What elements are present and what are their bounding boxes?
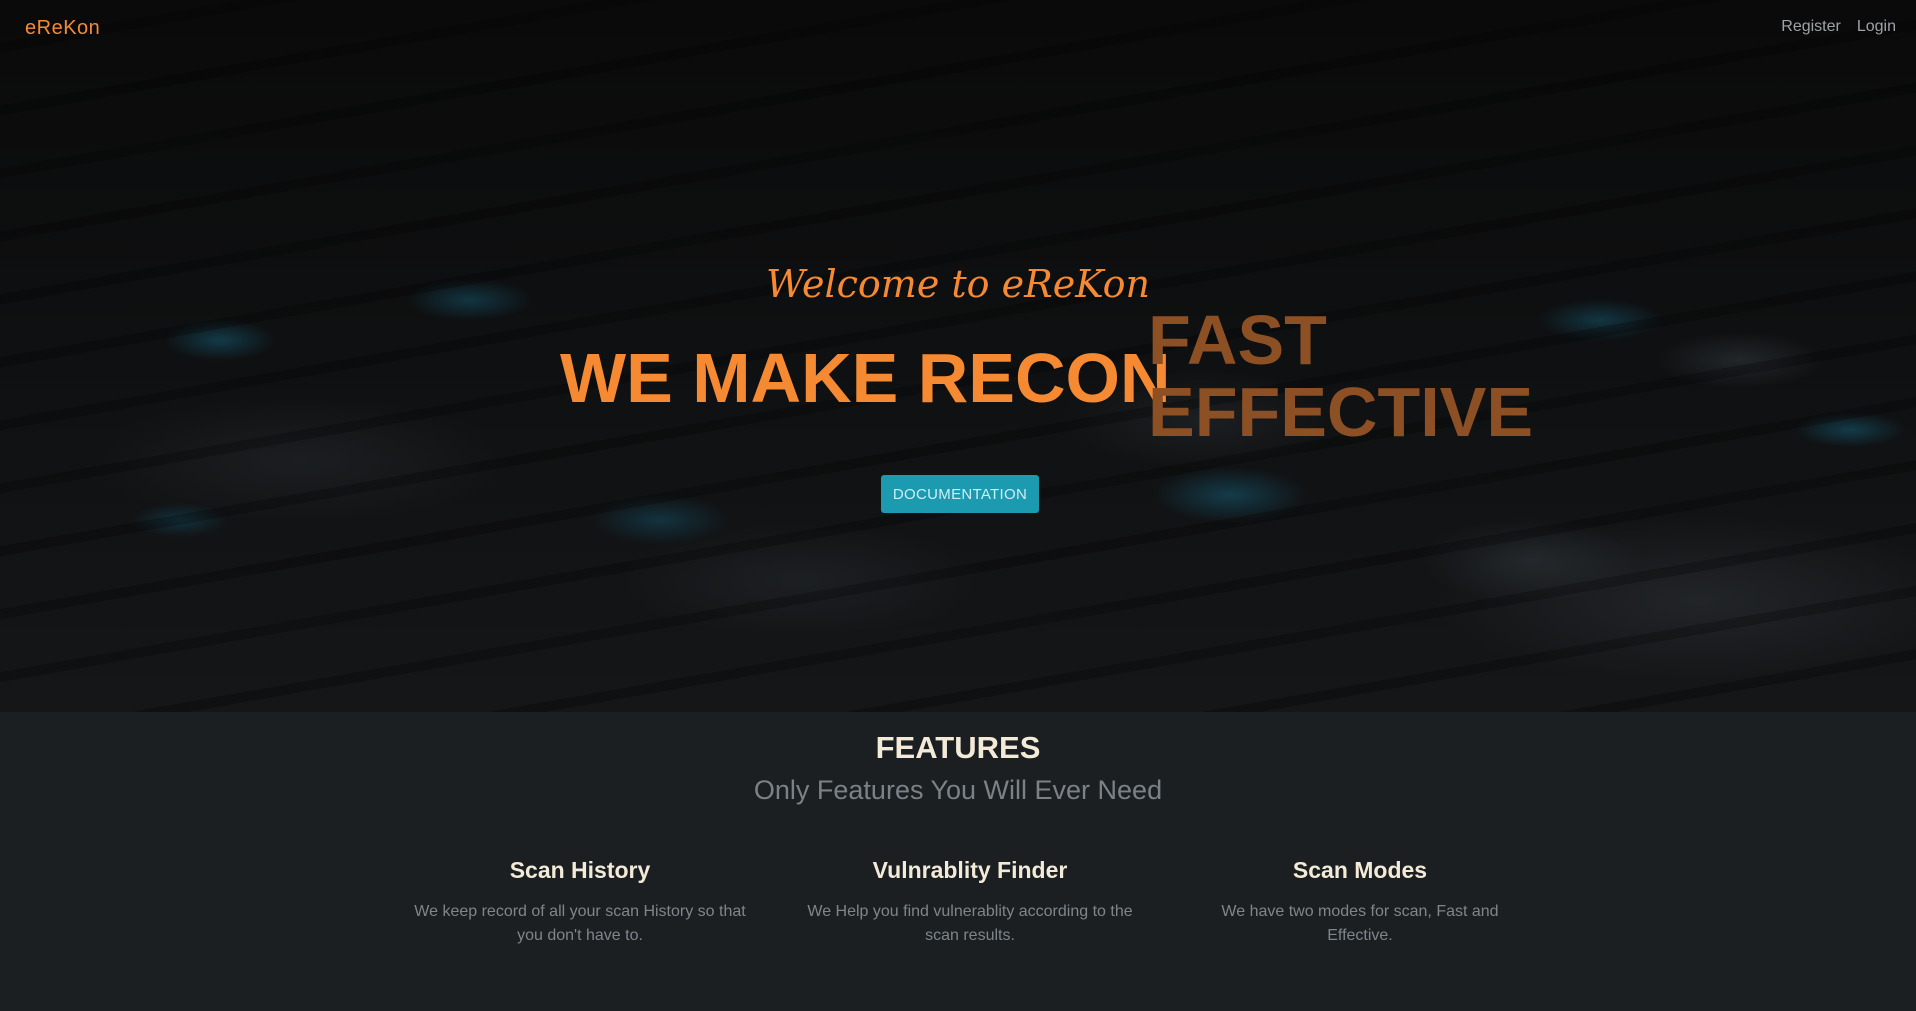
nav-links: Register Login (1781, 18, 1896, 36)
feature-description: We keep record of all your scan History … (414, 903, 746, 944)
hero-headline: WE MAKE RECON (560, 339, 1171, 417)
feature-scan-modes: Scan Modes We have two modes for scan, F… (1180, 857, 1540, 948)
rotating-word-effective: EFFECTIVE (1148, 373, 1534, 451)
feature-title: Scan Modes (1292, 857, 1428, 883)
features-title: FEATURES (875, 730, 1041, 765)
features-section: FEATURES Only Features You Will Ever Nee… (0, 712, 1916, 1011)
register-link[interactable]: Register (1781, 18, 1841, 36)
feature-columns: Scan History We keep record of all your … (400, 857, 1540, 948)
feature-title: Vulnrablity Finder (872, 857, 1068, 883)
navbar: eReKon Register Login (0, 0, 1916, 58)
feature-description: We have two modes for scan, Fast and Eff… (1221, 903, 1499, 944)
feature-scan-history: Scan History We keep record of all your … (400, 857, 760, 948)
feature-description: We Help you find vulnerablity according … (807, 903, 1133, 944)
feature-title: Scan History (509, 857, 651, 883)
rotating-words: FAST EFFECTIVE (1148, 304, 1533, 448)
welcome-heading: Welcome to eReKon (766, 262, 1150, 306)
documentation-button[interactable]: DOCUMENTATION (881, 475, 1039, 513)
feature-vulnerability-finder: Vulnrablity Finder We Help you find vuln… (790, 857, 1150, 948)
brand-logo[interactable]: eReKon (25, 17, 100, 40)
login-link[interactable]: Login (1857, 18, 1896, 36)
features-subtitle: Only Features You Will Ever Need (753, 775, 1163, 805)
rotating-word-fast: FAST (1148, 301, 1327, 379)
hero-section: eReKon Register Login Welcome to eReKon … (0, 0, 1916, 712)
